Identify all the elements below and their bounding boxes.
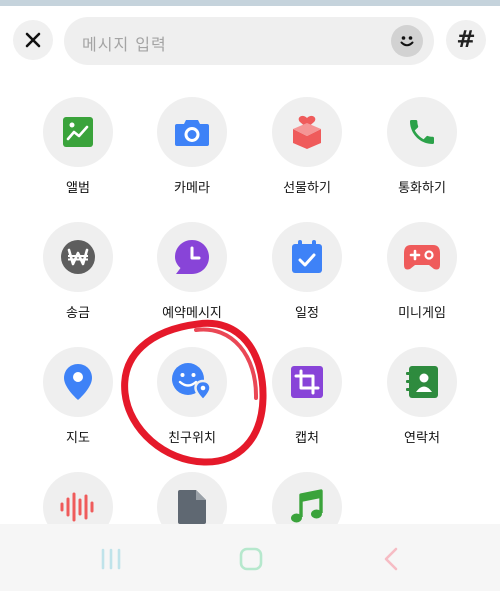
menu-item-friend-location-circle (157, 347, 227, 417)
voice-icon (60, 492, 94, 522)
menu-item-schedule-circle (272, 222, 342, 292)
back-button[interactable] (376, 544, 406, 574)
menu-item-call-label: 통화하기 (398, 181, 446, 196)
menu-item-gift[interactable]: 선물하기 (257, 97, 357, 217)
menu-item-contact-circle (387, 347, 457, 417)
contact-icon (406, 366, 438, 398)
map-pin-icon (64, 364, 92, 400)
attachment-menu-grid: 앨범 카메라 선물하기 통화하기 송금 예약메시지 일정 미니게임 지도 친구위… (0, 0, 500, 591)
home-button[interactable] (236, 544, 266, 574)
menu-item-map-label: 지도 (66, 431, 90, 446)
gamepad-icon (404, 245, 440, 270)
menu-item-scheduled-message-label: 예약메시지 (162, 306, 222, 321)
menu-item-album[interactable]: 앨범 (28, 97, 128, 217)
menu-item-remit-circle (43, 222, 113, 292)
crop-icon (291, 366, 323, 398)
menu-item-contact[interactable]: 연락처 (372, 347, 472, 467)
menu-item-scheduled-message[interactable]: 예약메시지 (142, 222, 242, 342)
calendar-icon (292, 240, 322, 273)
menu-item-map-circle (43, 347, 113, 417)
menu-item-minigame-circle (387, 222, 457, 292)
menu-item-contact-label: 연락처 (404, 431, 440, 446)
menu-item-call[interactable]: 통화하기 (372, 97, 472, 217)
camera-icon (175, 120, 209, 146)
menu-item-schedule-label: 일정 (295, 306, 319, 321)
menu-item-friend-location[interactable]: 친구위치 (142, 347, 242, 467)
music-icon (291, 489, 323, 523)
phone-icon (410, 120, 434, 144)
menu-item-capture-label: 캡처 (295, 431, 319, 446)
menu-item-album-circle (43, 97, 113, 167)
scheduled-message-icon (175, 240, 209, 274)
won-icon (61, 240, 95, 274)
menu-item-friend-location-label: 친구위치 (168, 431, 216, 446)
menu-item-camera-label: 카메라 (174, 181, 210, 196)
menu-item-remit[interactable]: 송금 (28, 222, 128, 342)
recent-apps-button[interactable] (96, 544, 126, 574)
menu-item-capture[interactable]: 캡처 (257, 347, 357, 467)
menu-item-capture-circle (272, 347, 342, 417)
menu-item-camera-circle (157, 97, 227, 167)
system-navigation-bar (0, 524, 500, 591)
menu-item-remit-label: 송금 (66, 306, 90, 321)
menu-item-minigame[interactable]: 미니게임 (372, 222, 472, 342)
menu-item-schedule[interactable]: 일정 (257, 222, 357, 342)
album-icon (63, 117, 93, 147)
menu-item-album-label: 앨범 (66, 181, 90, 196)
back-icon (384, 547, 398, 571)
menu-item-camera[interactable]: 카메라 (142, 97, 242, 217)
menu-item-gift-label: 선물하기 (283, 181, 331, 196)
home-icon (239, 547, 263, 571)
file-icon (178, 490, 206, 524)
menu-item-gift-circle (272, 97, 342, 167)
gift-icon (293, 115, 321, 149)
friend-location-icon (172, 363, 212, 402)
menu-item-scheduled-message-circle (157, 222, 227, 292)
menu-item-minigame-label: 미니게임 (398, 306, 446, 321)
menu-item-call-circle (387, 97, 457, 167)
menu-item-map[interactable]: 지도 (28, 347, 128, 467)
recent-apps-icon (101, 548, 121, 570)
